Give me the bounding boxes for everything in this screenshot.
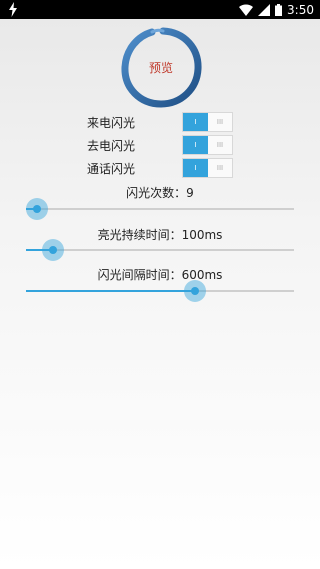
call-flash-toggle[interactable]: I III (182, 158, 233, 178)
toggle-row-outgoing: 去电闪光 I III (0, 135, 320, 155)
toggle-label: 通话闪光 (87, 162, 136, 176)
wifi-icon (239, 3, 254, 16)
flash-interval-slider[interactable] (26, 276, 294, 306)
status-time: 3:50 (287, 2, 314, 17)
outgoing-flash-toggle[interactable]: I III (182, 135, 233, 155)
toggle-label: 去电闪光 (87, 139, 136, 153)
toggle-on-part: I (183, 113, 208, 131)
status-bar: 3:50 (0, 0, 320, 19)
slider-track (26, 208, 294, 210)
toggle-on-part: I (183, 136, 208, 154)
slider-thumb[interactable] (49, 246, 57, 254)
preview-label: 预览 (148, 60, 173, 75)
toggle-label: 来电闪光 (87, 116, 136, 130)
incoming-flash-toggle[interactable]: I III (182, 112, 233, 132)
toggle-off-part: III (208, 159, 232, 177)
slider-thumb[interactable] (191, 287, 199, 295)
preview-button[interactable]: 预览 (119, 25, 203, 109)
toggle-row-call: 通话闪光 I III (0, 158, 320, 178)
battery-icon (275, 3, 283, 16)
flash-duration-slider[interactable] (26, 235, 294, 265)
toggle-row-incoming: 来电闪光 I III (0, 112, 320, 132)
flash-count-slider[interactable] (26, 194, 294, 224)
toggle-off-part: III (208, 136, 232, 154)
toggle-on-part: I (183, 159, 208, 177)
slider-track (26, 249, 294, 251)
toggle-off-part: III (208, 113, 232, 131)
slider-fill (26, 290, 195, 292)
signal-icon (258, 3, 271, 16)
slider-thumb[interactable] (33, 205, 41, 213)
bolt-icon (9, 2, 17, 17)
